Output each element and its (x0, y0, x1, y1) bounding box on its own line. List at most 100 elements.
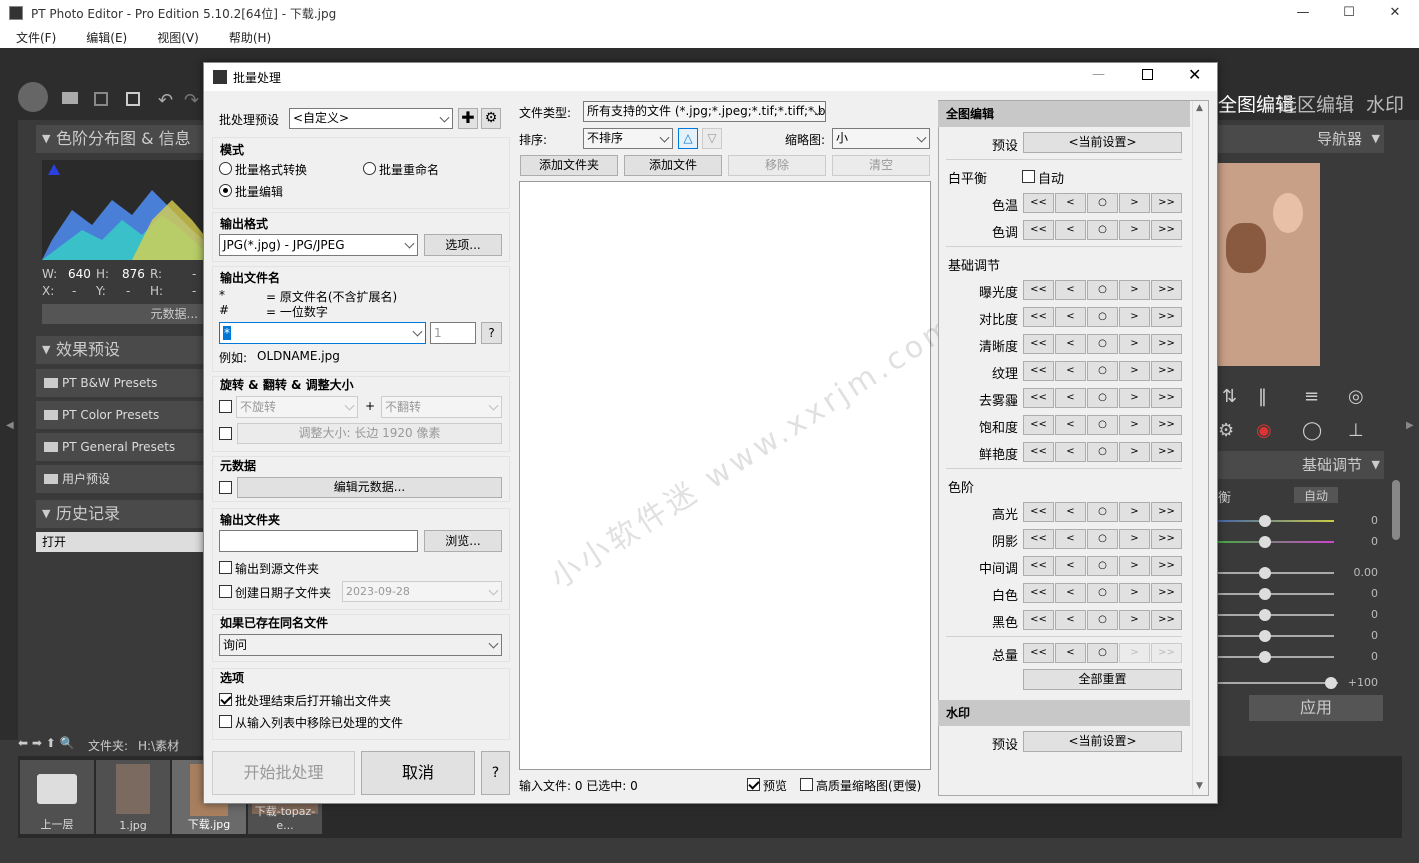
fast-increase-button[interactable]: >> (1151, 361, 1182, 381)
browse-button[interactable]: 浏览... (424, 530, 502, 552)
collapse-left-icon[interactable]: ◀ (6, 420, 14, 431)
reset-all-button[interactable]: 全部重置 (1023, 669, 1182, 690)
preset-general[interactable]: PT General Presets (36, 433, 204, 461)
date-select[interactable]: 2023-09-28 (342, 581, 502, 602)
slider-knob[interactable] (1259, 536, 1271, 548)
slider-knob[interactable] (1259, 630, 1271, 642)
clear-button[interactable]: 清空 (832, 155, 930, 176)
output-folder-input[interactable] (219, 530, 418, 552)
preview-checkbox[interactable] (747, 778, 760, 791)
basic-adjust-header[interactable]: 基础调节 ▼ (1218, 451, 1384, 479)
history-header[interactable]: ▼ 历史记录 (36, 500, 204, 528)
decrease-button[interactable]: < (1055, 220, 1086, 240)
save-as-icon[interactable] (126, 92, 140, 106)
dialog-maximize-button[interactable] (1142, 69, 1153, 80)
fast-decrease-button[interactable]: << (1023, 442, 1054, 462)
fast-decrease-button[interactable]: << (1023, 280, 1054, 300)
sort-select[interactable]: 不排序 (583, 128, 673, 149)
red-eye-icon[interactable]: ◉ (1256, 420, 1272, 441)
reset-button[interactable]: ○ (1087, 307, 1118, 327)
decrease-button[interactable]: < (1055, 556, 1086, 576)
menu-help[interactable]: 帮助(H) (229, 29, 271, 46)
slider-track[interactable] (1218, 656, 1334, 658)
fast-increase-button[interactable]: >> (1151, 583, 1182, 603)
increase-button[interactable]: > (1119, 442, 1150, 462)
start-number-input[interactable]: 1 (430, 322, 476, 344)
fast-decrease-button[interactable]: << (1023, 361, 1054, 381)
spiral-icon[interactable]: ◎ (1348, 386, 1364, 407)
radio-batch-rename[interactable] (363, 162, 376, 175)
thumb-1[interactable]: 1.jpg (96, 760, 170, 834)
folder-path[interactable]: H:\素材 (138, 737, 179, 754)
decrease-button[interactable]: < (1055, 361, 1086, 381)
preset-user[interactable]: 用户预设 (36, 465, 204, 493)
slider-track[interactable] (1218, 635, 1334, 637)
fast-increase-button[interactable]: >> (1151, 220, 1182, 240)
increase-button[interactable]: > (1119, 307, 1150, 327)
fast-decrease-button[interactable]: << (1023, 556, 1054, 576)
target-icon[interactable]: ◯ (1302, 420, 1322, 441)
fast-increase-button[interactable]: >> (1151, 307, 1182, 327)
slider-track[interactable] (1218, 520, 1334, 522)
slider-knob[interactable] (1259, 609, 1271, 621)
cancel-button[interactable]: 取消 (361, 751, 475, 795)
reset-button[interactable]: ○ (1087, 334, 1118, 354)
fast-increase-button[interactable]: >> (1151, 334, 1182, 354)
fast-increase-button[interactable]: >> (1151, 610, 1182, 630)
reset-button[interactable]: ○ (1087, 415, 1118, 435)
rotate-checkbox[interactable] (219, 400, 232, 413)
watermark-current-button[interactable]: <当前设置> (1023, 731, 1182, 752)
decrease-button[interactable]: < (1055, 583, 1086, 603)
nav-arrows[interactable]: ⬅ ➡ ⬆ 🔍 (18, 736, 75, 750)
menu-file[interactable]: 文件(F) (16, 29, 56, 46)
increase-button[interactable]: > (1119, 643, 1150, 663)
date-folder-checkbox[interactable] (219, 585, 232, 598)
minimize-button[interactable]: — (1280, 0, 1326, 26)
rotate-select[interactable]: 不旋转 (236, 396, 358, 418)
filename-pattern-combo[interactable]: * (219, 322, 426, 344)
fast-decrease-button[interactable]: << (1023, 193, 1054, 213)
increase-button[interactable]: > (1119, 529, 1150, 549)
maximize-button[interactable]: ☐ (1326, 0, 1372, 26)
fast-increase-button[interactable]: >> (1151, 556, 1182, 576)
scroll-down-icon[interactable]: ▼ (1196, 781, 1203, 791)
save-icon[interactable] (94, 92, 108, 106)
radio-batch-edit[interactable] (219, 184, 232, 197)
slider-track[interactable] (1218, 541, 1334, 543)
preset-bw[interactable]: PT B&W Presets (36, 369, 204, 397)
metadata-button[interactable]: 元数据... (42, 304, 204, 324)
dialog-help-button[interactable]: ? (481, 751, 510, 795)
decrease-button[interactable]: < (1055, 388, 1086, 408)
reset-button[interactable]: ○ (1087, 193, 1118, 213)
reset-button[interactable]: ○ (1087, 529, 1118, 549)
fast-decrease-button[interactable]: << (1023, 307, 1054, 327)
fast-decrease-button[interactable]: << (1023, 415, 1054, 435)
add-preset-button[interactable]: ✚ (458, 108, 478, 129)
reset-button[interactable]: ○ (1087, 361, 1118, 381)
redo-icon[interactable]: ↷ (184, 90, 199, 111)
presets-header[interactable]: ▼ 效果预设 (36, 336, 204, 364)
reset-button[interactable]: ○ (1087, 220, 1118, 240)
tool-icon-1[interactable]: ⇅ (1222, 386, 1237, 407)
slider-knob[interactable] (1259, 515, 1271, 527)
increase-button[interactable]: > (1119, 388, 1150, 408)
menu-edit[interactable]: 编辑(E) (86, 29, 127, 46)
adjust-scrollbar[interactable]: ▲ ▼ (1192, 101, 1208, 795)
history-item-open[interactable]: 打开 (36, 532, 204, 552)
slider-knob[interactable] (1259, 651, 1271, 663)
reset-button[interactable]: ○ (1087, 280, 1118, 300)
fast-decrease-button[interactable]: << (1023, 583, 1054, 603)
navigator-preview[interactable] (1218, 163, 1320, 366)
reset-button[interactable]: ○ (1087, 388, 1118, 408)
fast-increase-button[interactable]: >> (1151, 643, 1182, 663)
format-options-button[interactable]: 选项... (424, 234, 502, 256)
reset-button[interactable]: ○ (1087, 442, 1118, 462)
decrease-button[interactable]: < (1055, 307, 1086, 327)
decrease-button[interactable]: < (1055, 643, 1086, 663)
fast-decrease-button[interactable]: << (1023, 220, 1054, 240)
undo-icon[interactable]: ↶ (158, 90, 173, 111)
right-scrollbar[interactable] (1392, 480, 1400, 540)
slider-knob[interactable] (1259, 588, 1271, 600)
decrease-button[interactable]: < (1055, 280, 1086, 300)
thumb-size-select[interactable]: 小 (832, 128, 930, 149)
